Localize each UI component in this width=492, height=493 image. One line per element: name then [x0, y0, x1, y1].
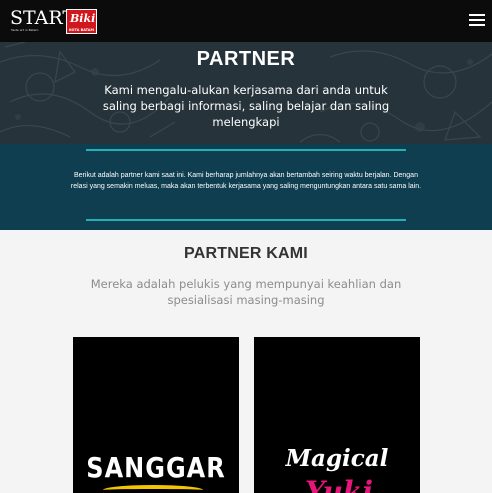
partner-card-subtitle: Yuki [305, 475, 373, 493]
hero-banner: PARTNER Kami mengalu-alukan kerjasama da… [0, 42, 492, 144]
site-logo[interactable]: START Taste art in Batam Biki KOTA BATAM [10, 8, 98, 34]
partner-card-sanggar[interactable]: SANGGAR [73, 337, 239, 493]
page-title: PARTNER [196, 48, 296, 70]
partners-section-title: PARTNER KAMI [184, 245, 308, 262]
logo-tagline: Taste art in Batam [11, 28, 39, 32]
hero-description: Kami mengalu-alukan kerjasama dari anda … [102, 83, 390, 129]
top-navbar: START Taste art in Batam Biki KOTA BATAM [0, 0, 492, 42]
partner-card-logo-mark [103, 485, 203, 493]
partner-card-magical-yuki[interactable]: Magical Yuki [254, 337, 420, 493]
partner-card-title: SANGGAR [86, 451, 226, 485]
logo-badge: Biki KOTA BATAM [66, 9, 97, 34]
divider-bottom [86, 219, 406, 221]
logo-badge-word: Biki [70, 12, 96, 25]
partners-section-subtitle: Mereka adalah pelukis yang mempunyai kea… [90, 277, 402, 307]
partner-card-title: Magical [285, 445, 389, 472]
intro-band: Berikut adalah partner kami saat ini. Ka… [0, 144, 492, 230]
hamburger-menu-icon[interactable] [469, 14, 485, 27]
divider-top [86, 149, 406, 151]
logo-badge-subtitle: KOTA BATAM [69, 28, 94, 32]
intro-text: Berikut adalah partner kami saat ini. Ka… [70, 172, 422, 190]
